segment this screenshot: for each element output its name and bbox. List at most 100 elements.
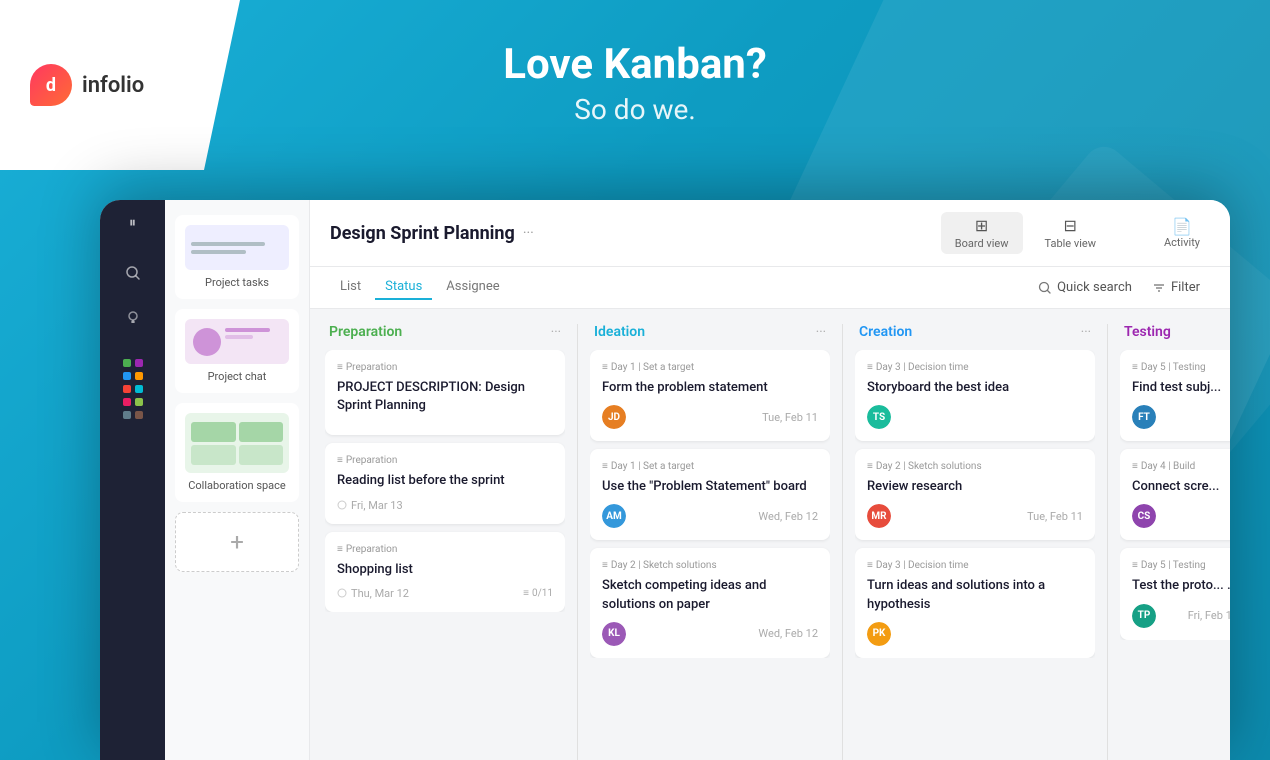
card-tag: ≡ Day 3 | Decision time xyxy=(867,362,1083,373)
col-cards-testing: ≡ Day 5 | Testing Find test subj... FT ≡ xyxy=(1120,350,1230,640)
card-tag: ≡ Day 2 | Sketch solutions xyxy=(602,560,818,571)
card-footer: TS xyxy=(867,405,1083,429)
card-title: Test the proto... users xyxy=(1132,577,1230,595)
card-tag: ≡ Day 5 | Testing xyxy=(1132,362,1230,373)
card-date: Tue, Feb 11 xyxy=(1027,510,1083,523)
card-checklist: ≡ 0/11 xyxy=(523,588,553,599)
col-menu-preparation[interactable]: ··· xyxy=(551,325,561,340)
table-view-icon: ⊟ xyxy=(1064,216,1077,235)
panel-item-thumb-collab xyxy=(185,413,289,473)
card-date: Tue, Feb 11 xyxy=(762,411,818,424)
tab-assignee[interactable]: Assignee xyxy=(436,275,509,300)
project-title: Design Sprint Planning xyxy=(330,223,515,244)
app-window: ⏸ xyxy=(100,200,1230,760)
topbar: Design Sprint Planning ··· ⊞ Board view … xyxy=(310,200,1230,267)
dot-cyan xyxy=(135,385,143,393)
activity-button[interactable]: 📄 Activity xyxy=(1154,213,1210,253)
card-footer: Fri, Mar 13 xyxy=(337,499,553,512)
col-menu-creation[interactable]: ··· xyxy=(1081,325,1091,340)
filter-button[interactable]: Filter xyxy=(1142,276,1210,299)
card-problem-statement-board[interactable]: ≡ Day 1 | Set a target Use the "Problem … xyxy=(590,449,830,540)
card-title: Use the "Problem Statement" board xyxy=(602,478,818,496)
card-date: Fri, Feb 14 xyxy=(1188,609,1230,622)
dot-red xyxy=(123,385,131,393)
activity-label: Activity xyxy=(1164,236,1200,249)
dot-brown xyxy=(135,411,143,419)
sidebar-dots xyxy=(123,359,143,419)
card-tag: ≡ Day 4 | Build xyxy=(1132,461,1230,472)
card-footer: AM Wed, Feb 12 xyxy=(602,504,818,528)
dot-purple xyxy=(135,359,143,367)
card-title: Shopping list xyxy=(337,561,553,579)
dot-light-green xyxy=(135,398,143,406)
sidebar: ⏸ xyxy=(100,200,165,760)
tab-list[interactable]: List xyxy=(330,275,371,300)
card-footer: MR Tue, Feb 11 xyxy=(867,504,1083,528)
avatar: MR xyxy=(867,504,891,528)
board-view-button[interactable]: ⊞ Board view xyxy=(941,212,1023,254)
card-sketch-competing[interactable]: ≡ Day 2 | Sketch solutions Sketch compet… xyxy=(590,548,830,657)
card-project-description[interactable]: ≡ Preparation PROJECT DESCRIPTION: Desig… xyxy=(325,350,565,435)
card-footer: JD Tue, Feb 11 xyxy=(602,405,818,429)
sidebar-icon-search[interactable] xyxy=(117,257,149,289)
card-connect-screens[interactable]: ≡ Day 4 | Build Connect scre... CS xyxy=(1120,449,1230,540)
avatar: TS xyxy=(867,405,891,429)
kanban-board: Preparation ··· ≡ Preparation PROJECT DE… xyxy=(310,309,1230,760)
sidebar-toggle[interactable]: ⏸ xyxy=(129,215,136,231)
col-menu-ideation[interactable]: ··· xyxy=(816,325,826,340)
card-date: Thu, Mar 12 xyxy=(337,587,409,600)
card-tag: ≡ Day 5 | Testing xyxy=(1132,560,1230,571)
col-title-testing: Testing xyxy=(1124,324,1230,340)
project-menu-dots[interactable]: ··· xyxy=(523,225,534,241)
card-tag: ≡ Preparation xyxy=(337,455,553,466)
tab-status[interactable]: Status xyxy=(375,275,432,300)
card-title: Review research xyxy=(867,478,1083,496)
card-review-research[interactable]: ≡ Day 2 | Sketch solutions Review resear… xyxy=(855,449,1095,540)
panel-item-label-tasks: Project tasks xyxy=(185,276,289,289)
card-storyboard[interactable]: ≡ Day 3 | Decision time Storyboard the b… xyxy=(855,350,1095,441)
col-header-preparation: Preparation ··· xyxy=(325,324,565,350)
col-cards-preparation: ≡ Preparation PROJECT DESCRIPTION: Desig… xyxy=(325,350,565,612)
card-reading-list[interactable]: ≡ Preparation Reading list before the sp… xyxy=(325,443,565,523)
card-tag: ≡ Day 3 | Decision time xyxy=(867,560,1083,571)
avatar: FT xyxy=(1132,405,1156,429)
card-find-test-subjects[interactable]: ≡ Day 5 | Testing Find test subj... FT xyxy=(1120,350,1230,441)
card-title: Reading list before the sprint xyxy=(337,472,553,490)
card-tag: ≡ Preparation xyxy=(337,544,553,555)
table-view-button[interactable]: ⊟ Table view xyxy=(1031,212,1110,254)
card-test-prototype[interactable]: ≡ Day 5 | Testing Test the proto... user… xyxy=(1120,548,1230,639)
panel-item-collaboration[interactable]: Collaboration space xyxy=(175,403,299,502)
col-header-testing: Testing xyxy=(1120,324,1230,350)
card-date: Wed, Feb 12 xyxy=(758,627,818,640)
quick-search-button[interactable]: Quick search xyxy=(1028,276,1142,299)
main-content: Design Sprint Planning ··· ⊞ Board view … xyxy=(310,200,1230,760)
dot-green xyxy=(123,359,131,367)
card-title: Storyboard the best idea xyxy=(867,379,1083,397)
hero-subtitle: So do we. xyxy=(0,93,1270,126)
col-header-creation: Creation ··· xyxy=(855,324,1095,350)
dot-pink xyxy=(123,398,131,406)
column-ideation: Ideation ··· ≡ Day 1 | Set a target Form… xyxy=(590,324,830,760)
card-footer: Thu, Mar 12 ≡ 0/11 xyxy=(337,587,553,600)
dot-blue xyxy=(123,372,131,380)
card-title: Connect scre... xyxy=(1132,478,1230,496)
add-item-button[interactable]: + xyxy=(175,512,299,572)
panel-item-project-chat[interactable]: Project chat xyxy=(175,309,299,393)
panel-item-project-tasks[interactable]: Project tasks xyxy=(175,215,299,299)
filter-label: Filter xyxy=(1171,280,1200,295)
card-footer: PK xyxy=(867,622,1083,646)
table-view-label: Table view xyxy=(1045,237,1096,250)
dot-orange xyxy=(135,372,143,380)
card-shopping-list[interactable]: ≡ Preparation Shopping list Thu, Mar 12 … xyxy=(325,532,565,612)
sidebar-icon-bulb[interactable] xyxy=(117,301,149,333)
column-creation: Creation ··· ≡ Day 3 | Decision time Sto… xyxy=(855,324,1095,760)
card-problem-statement[interactable]: ≡ Day 1 | Set a target Form the problem … xyxy=(590,350,830,441)
card-title: Sketch competing ideas and solutions on … xyxy=(602,577,818,613)
card-title: Find test subj... xyxy=(1132,379,1230,397)
card-hypothesis[interactable]: ≡ Day 3 | Decision time Turn ideas and s… xyxy=(855,548,1095,657)
col-header-ideation: Ideation ··· xyxy=(590,324,830,350)
col-title-ideation: Ideation xyxy=(594,324,816,340)
activity-icon: 📄 xyxy=(1172,217,1192,236)
left-panel: Project tasks Project chat xyxy=(165,200,310,760)
search-icon xyxy=(1038,281,1052,295)
